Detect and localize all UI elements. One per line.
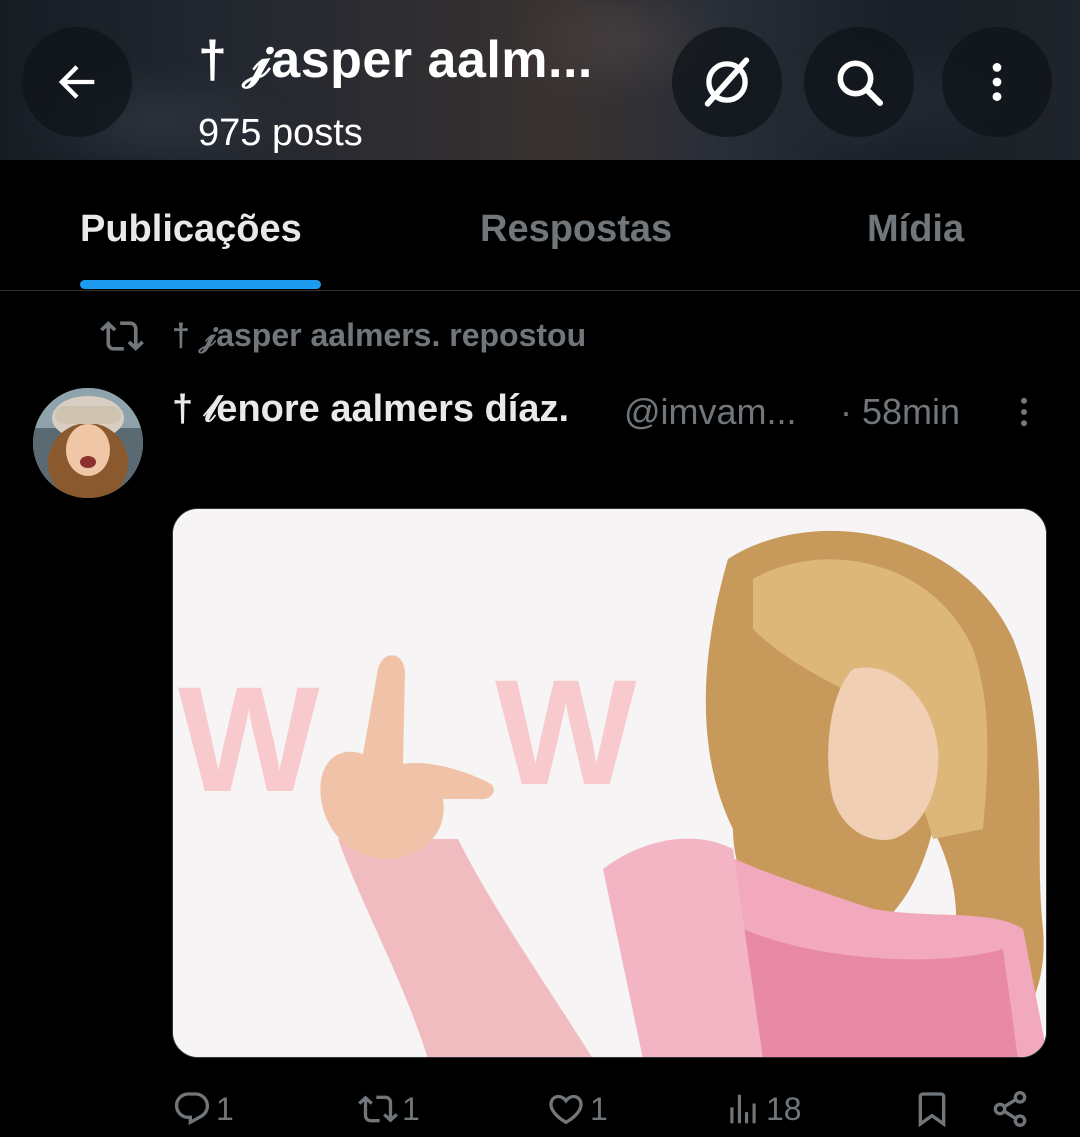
back-arrow-icon [58,65,95,99]
more-vertical-icon [1021,397,1027,427]
profile-title: † 𝒿asper aalm... [198,31,593,89]
post-media-image[interactable]: W W [172,508,1047,1058]
like-button[interactable]: 1 [546,1086,608,1132]
active-tab-indicator [80,280,321,289]
profile-tabs: Publicações Respostas Mídia [0,160,1080,291]
post-action-bar: 1 1 1 18 [172,1086,1052,1132]
media-letter: W [178,655,320,823]
like-count: 1 [590,1090,608,1127]
tab-midia[interactable]: Mídia [867,208,964,251]
grok-button[interactable] [672,27,782,137]
post-more-button[interactable] [1006,392,1042,432]
post-count: 975 posts [198,112,363,154]
author-name[interactable]: † 𝓁enore aalmers díaz. [172,388,569,431]
grok-icon [704,57,750,107]
repost-icon [100,321,144,351]
heart-icon [549,1094,583,1125]
more-vertical-icon [992,63,1002,101]
reply-button[interactable]: 1 [172,1086,234,1132]
author-handle[interactable]: @imvam... [624,391,797,433]
repost-button[interactable]: 1 [358,1086,420,1132]
tab-publicacoes[interactable]: Publicações [80,208,302,251]
bookmark-icon [918,1092,946,1128]
search-icon [837,60,884,107]
share-icon [993,1091,1027,1128]
search-button[interactable] [804,27,914,137]
reply-count: 1 [216,1090,234,1127]
tab-respostas[interactable]: Respostas [480,208,672,251]
views-button[interactable]: 18 [724,1086,802,1132]
avatar-image [33,388,143,498]
more-options-button[interactable] [942,27,1052,137]
share-button[interactable] [990,1086,1030,1132]
repost-icon [358,1095,398,1123]
back-button[interactable] [22,27,132,137]
media-letter: W [495,648,637,816]
repost-count: 1 [402,1090,420,1127]
repost-context[interactable]: † 𝒿asper aalmers. repostou [100,314,586,358]
reply-icon [174,1092,210,1126]
repost-label: † 𝒿asper aalmers. repostou [172,317,587,353]
bookmark-button[interactable] [912,1086,952,1132]
views-count: 18 [766,1090,802,1127]
avatar[interactable] [33,388,143,498]
profile-header: † 𝒿asper aalm... 975 posts [0,0,1080,160]
post-timestamp[interactable]: · 58min [840,391,960,433]
views-chart-icon [730,1094,756,1124]
